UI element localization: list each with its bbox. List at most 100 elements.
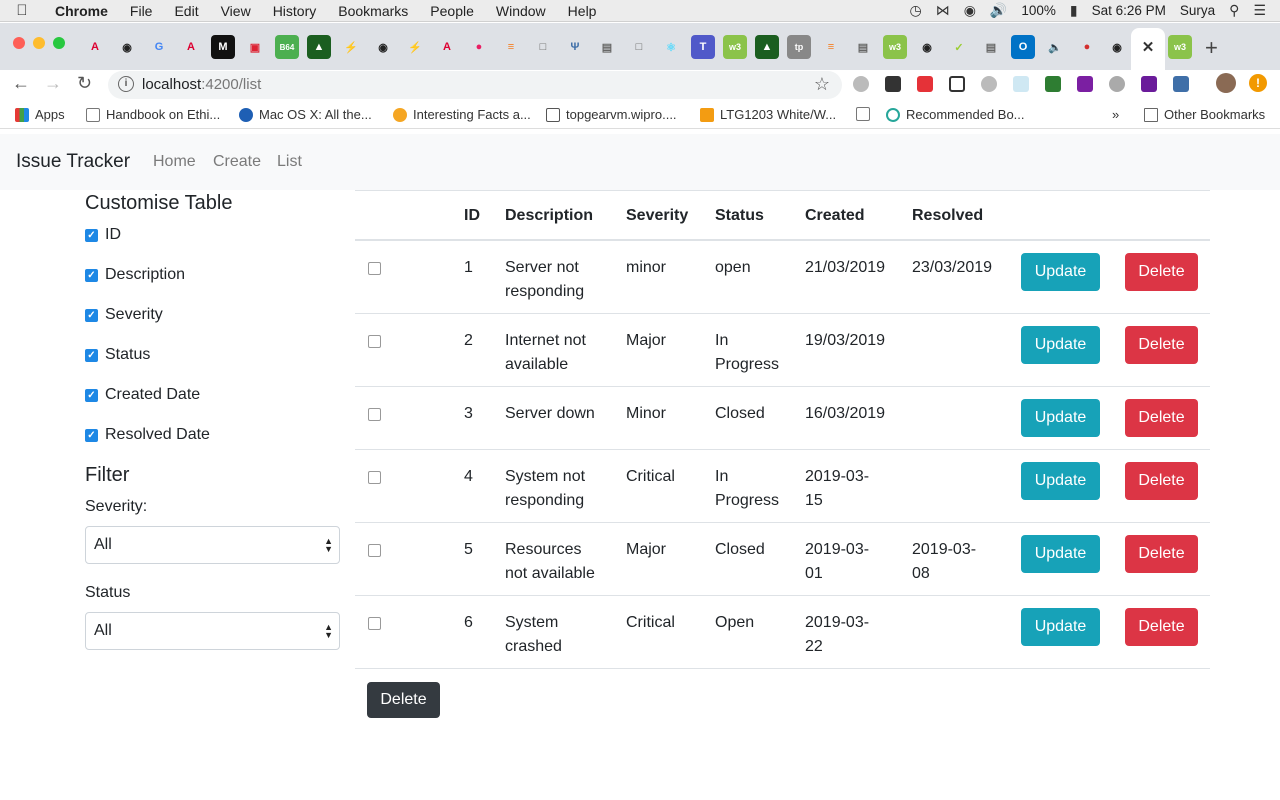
medium-tab-icon[interactable]: M (211, 35, 235, 59)
app-tab-icon[interactable]: ● (467, 35, 491, 59)
bookmark-item[interactable]: Recommended Bo... (886, 107, 1025, 122)
update-button[interactable]: Update (1021, 608, 1100, 646)
w3schools-tab-icon[interactable]: w3 (723, 35, 747, 59)
extension-icon[interactable] (1109, 76, 1125, 92)
tutorialspoint-tab-icon[interactable]: tp (787, 35, 811, 59)
wifi-icon[interactable]: ◉ (964, 2, 976, 19)
document-tab-icon[interactable]: □ (627, 35, 651, 59)
bookmark-item[interactable] (856, 107, 870, 121)
apple-icon[interactable]:  (0, 2, 44, 19)
forward-arrow-icon[interactable]: → (44, 73, 62, 94)
checkbox-checked-icon[interactable]: ✓ (85, 308, 98, 322)
angular-tab-icon[interactable]: A (83, 35, 107, 59)
bookmark-star-icon[interactable]: ☆ (814, 74, 830, 95)
checkbox-checked-icon[interactable]: ✓ (85, 228, 98, 242)
extension-icon[interactable] (1077, 76, 1093, 92)
bookmark-item[interactable]: Mac OS X: All the... (239, 107, 372, 122)
w3schools-tab-icon[interactable]: w3 (1168, 35, 1192, 59)
app-tab-icon[interactable]: ● (1075, 35, 1099, 59)
volume-icon[interactable]: 🔊 (990, 2, 1007, 19)
delete-button[interactable]: Delete (1125, 608, 1198, 646)
other-bookmarks-folder[interactable]: Other Bookmarks (1144, 107, 1265, 122)
checkbox-checked-icon[interactable]: ✓ (85, 348, 98, 362)
angular-tab-icon[interactable]: A (435, 35, 459, 59)
notification-center-icon[interactable]: ☰ (1253, 2, 1266, 19)
code-tab-icon[interactable]: ▲ (307, 35, 331, 59)
extension-icon[interactable] (853, 76, 869, 92)
address-bar[interactable]: i localhost:4200/list ☆ (108, 71, 842, 99)
stackoverflow-tab-icon[interactable]: ≡ (819, 35, 843, 59)
update-button[interactable]: Update (1021, 462, 1100, 500)
stackblitz-tab-icon[interactable]: ⚡ (403, 35, 427, 59)
update-button[interactable]: Update (1021, 399, 1100, 437)
column-toggle-id[interactable]: ✓ ID (85, 226, 121, 244)
extension-icon[interactable] (949, 76, 965, 92)
extension-icon[interactable] (885, 76, 901, 92)
delete-selected-button[interactable]: Delete (367, 682, 440, 718)
extension-icon[interactable] (1141, 76, 1157, 92)
delete-button[interactable]: Delete (1125, 462, 1198, 500)
github-tab-icon[interactable]: ◉ (915, 35, 939, 59)
row-select-checkbox[interactable] (368, 408, 381, 421)
delete-button[interactable]: Delete (1125, 399, 1198, 437)
react-tab-icon[interactable]: ⚛ (659, 35, 683, 59)
menu-file[interactable]: File (119, 3, 164, 19)
menu-user[interactable]: Surya (1180, 3, 1215, 18)
checkbox-checked-icon[interactable]: ✓ (85, 268, 98, 282)
close-tab-icon[interactable]: ✕ (1136, 35, 1160, 59)
stackoverflow-tab-icon[interactable]: ≡ (499, 35, 523, 59)
row-select-checkbox[interactable] (368, 617, 381, 630)
column-toggle-description[interactable]: ✓ Description (85, 266, 185, 284)
menu-help[interactable]: Help (557, 3, 608, 19)
document-tab-icon[interactable]: □ (531, 35, 555, 59)
update-button[interactable]: Update (1021, 326, 1100, 364)
update-button[interactable]: Update (1021, 253, 1100, 291)
delete-button[interactable]: Delete (1125, 326, 1198, 364)
severity-filter-select[interactable]: All ▲ ▼ (85, 526, 340, 564)
bluetooth-icon[interactable]: ⋈ (936, 2, 950, 19)
url-text[interactable]: localhost:4200/list (142, 76, 261, 93)
window-zoom-button[interactable] (53, 37, 65, 49)
menu-clock[interactable]: Sat 6:26 PM (1092, 3, 1166, 18)
code-tab-icon[interactable]: ▲ (755, 35, 779, 59)
row-select-checkbox[interactable] (368, 544, 381, 557)
camera-extension-icon[interactable] (1173, 76, 1189, 92)
delete-button[interactable]: Delete (1125, 535, 1198, 573)
row-select-checkbox[interactable] (368, 335, 381, 348)
ebay-extension-icon[interactable] (917, 76, 933, 92)
bookmark-item[interactable]: topgearvm.wipro.... (546, 107, 677, 122)
column-toggle-created-date[interactable]: ✓ Created Date (85, 386, 200, 404)
column-toggle-status[interactable]: ✓ Status (85, 346, 150, 364)
nav-list-link[interactable]: List (277, 153, 302, 171)
time-machine-icon[interactable]: ◷ (909, 2, 921, 19)
site-info-icon[interactable]: i (118, 76, 134, 92)
bookmark-item[interactable]: Interesting Facts a... (393, 107, 531, 122)
document-tab-icon[interactable]: ▤ (979, 35, 1003, 59)
profile-avatar[interactable] (1216, 73, 1236, 93)
teams-tab-icon[interactable]: T (691, 35, 715, 59)
window-minimize-button[interactable] (33, 37, 45, 49)
outlook-tab-icon[interactable]: O (1011, 35, 1035, 59)
column-toggle-severity[interactable]: ✓ Severity (85, 306, 163, 324)
bookmark-item[interactable]: Handbook on Ethi... (86, 107, 220, 122)
navbar-brand[interactable]: Issue Tracker (16, 151, 130, 173)
menu-window[interactable]: Window (485, 3, 557, 19)
delete-button[interactable]: Delete (1125, 253, 1198, 291)
angular-tab-icon[interactable]: A (179, 35, 203, 59)
nav-create-link[interactable]: Create (213, 153, 261, 171)
document-tab-icon[interactable]: ▤ (595, 35, 619, 59)
app-tab-icon[interactable]: Ψ (563, 35, 587, 59)
back-arrow-icon[interactable]: ← (12, 73, 30, 94)
extension-icon[interactable] (981, 76, 997, 92)
menu-app-name[interactable]: Chrome (44, 3, 119, 19)
google-tab-icon[interactable]: G (147, 35, 171, 59)
menu-people[interactable]: People (419, 3, 485, 19)
menu-edit[interactable]: Edit (163, 3, 209, 19)
nav-home-link[interactable]: Home (153, 153, 196, 171)
battery-icon[interactable]: ▮ (1070, 2, 1078, 19)
checkbox-checked-icon[interactable]: ✓ (85, 428, 98, 442)
bookmark-item[interactable]: LTG1203 White/W... (700, 107, 836, 122)
row-select-checkbox[interactable] (368, 262, 381, 275)
spotlight-search-icon[interactable]: ⚲ (1229, 2, 1239, 19)
github-tab-icon[interactable]: ◉ (1105, 35, 1129, 59)
